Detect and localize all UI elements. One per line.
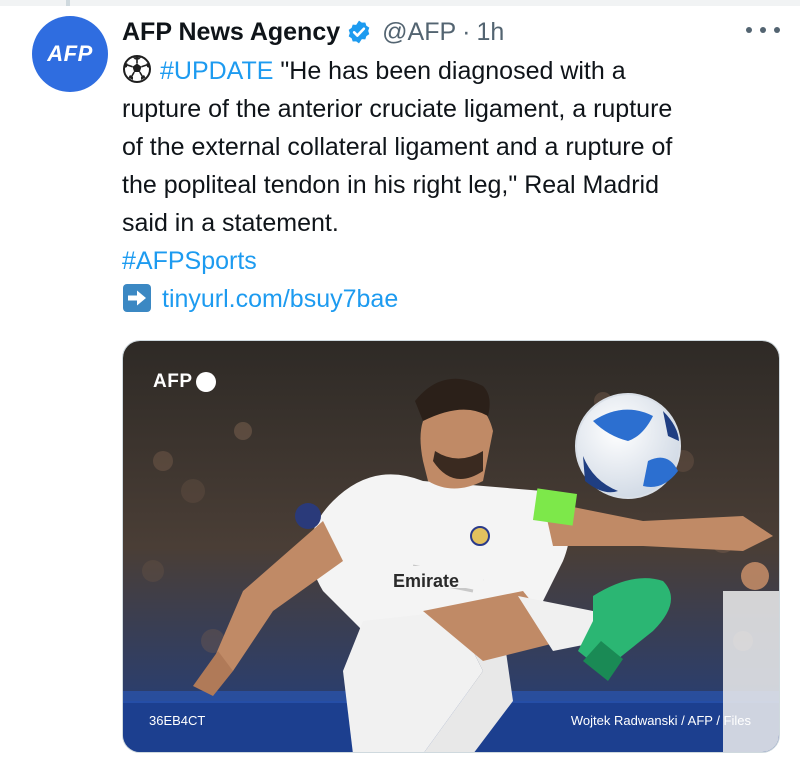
- handle[interactable]: @AFP: [382, 18, 456, 47]
- shirt-sponsor: Emirate: [393, 571, 459, 591]
- photo-credit: Wojtek Radwanski / AFP / Files: [570, 713, 751, 728]
- watermark-text: AFP: [153, 371, 193, 392]
- photo-id: 36EB4CT: [149, 713, 206, 728]
- tweet-card[interactable]: AFP AFP News Agency @AFP · 1h #UPDATE "H…: [0, 0, 800, 771]
- tweet-text: #UPDATE "He has been diagnosed with a ru…: [122, 52, 772, 318]
- link-line: tinyurl.com/bsuy7bae: [122, 280, 772, 318]
- photo-image: Emirate: [123, 341, 779, 752]
- watermark-dot: [195, 372, 216, 392]
- photo-watermark: AFP: [153, 371, 216, 393]
- tweet-link[interactable]: tinyurl.com/bsuy7bae: [162, 285, 398, 313]
- tweet-line: said in a statement.: [122, 209, 339, 237]
- separator: ·: [462, 17, 471, 46]
- display-name[interactable]: AFP News Agency: [122, 18, 340, 47]
- timestamp[interactable]: 1h: [476, 18, 504, 47]
- hashtag-afpsports[interactable]: #AFPSports: [122, 242, 772, 280]
- tweet-line: the popliteal tendon in his right leg," …: [122, 171, 659, 199]
- tweet-line: rupture of the anterior cruciate ligamen…: [122, 95, 673, 123]
- avatar[interactable]: AFP: [32, 16, 108, 92]
- tweet-photo[interactable]: Emirate AFP 36EB4CT Wojtek Radwanski / A…: [122, 340, 780, 753]
- thread-connector: [66, 0, 70, 6]
- more-dot: [760, 27, 766, 33]
- tweet-line: #UPDATE "He has been diagnosed with a: [122, 52, 772, 90]
- tweet-line: of the external collateral ligament and …: [122, 133, 673, 161]
- top-divider: [0, 0, 800, 6]
- more-dot: [774, 27, 780, 33]
- soccer-ball-icon: [122, 54, 152, 84]
- right-arrow-icon: [122, 283, 152, 313]
- more-dot: [746, 27, 752, 33]
- tweet-line-text: "He has been diagnosed with a: [273, 57, 626, 85]
- more-dots-icon[interactable]: [746, 20, 780, 40]
- tweet-header: AFP News Agency @AFP · 1h: [122, 14, 504, 50]
- verified-badge-icon[interactable]: [346, 19, 372, 45]
- hashtag-update[interactable]: #UPDATE: [160, 57, 273, 85]
